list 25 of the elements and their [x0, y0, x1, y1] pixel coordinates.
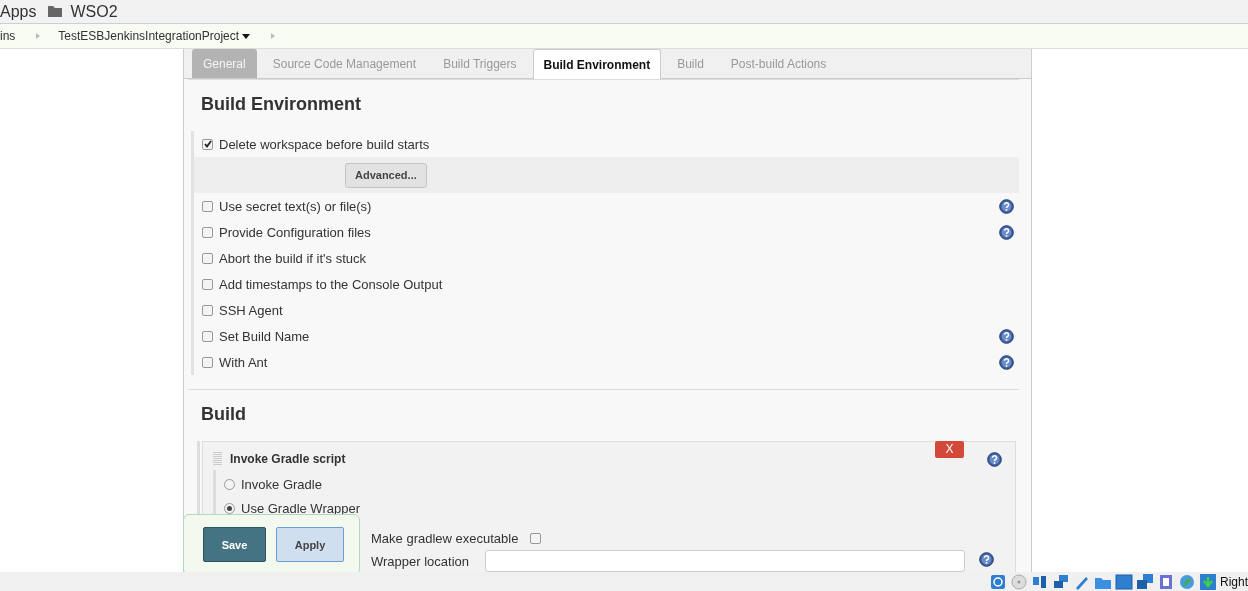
radio-label: Invoke Gradle: [241, 476, 322, 492]
option-label: Set Build Name: [219, 328, 311, 344]
section-title: Build Environment: [201, 94, 362, 115]
option-label: SSH Agent: [219, 302, 284, 318]
checkbox-label: Make gradlew executable: [371, 530, 519, 546]
option-label: Provide Configuration files: [219, 224, 372, 240]
bookmark-link[interactable]: WSO2: [70, 2, 118, 21]
tab[interactable]: Build Environment: [532, 49, 662, 79]
delete-button[interactable]: X: [935, 440, 964, 458]
option-label: With Ant: [219, 354, 269, 370]
save-button[interactable]: Save: [203, 527, 266, 562]
field-label: Wrapper location: [371, 553, 470, 569]
host-key-label: Right: [1220, 574, 1248, 589]
option-label: Use secret text(s) or file(s): [219, 198, 373, 214]
breadcrumb-link[interactable]: TestESBJenkinsIntegrationProject: [58, 29, 240, 43]
section-title: Build: [201, 404, 247, 425]
step-title: Invoke Gradle script: [230, 452, 347, 466]
radio-label: Use Gradle Wrapper: [241, 500, 360, 516]
option-label: Add timestamps to the Console Output: [219, 276, 444, 292]
apply-button[interactable]: Apply: [276, 527, 344, 562]
breadcrumb-link[interactable]: ins: [0, 29, 16, 43]
option-label: Delete workspace before build starts: [219, 136, 431, 152]
option-label: Abort the build if it's stuck: [219, 250, 367, 266]
advanced-button[interactable]: Advanced...: [345, 162, 427, 188]
bookmark-link[interactable]: Apps: [0, 2, 37, 21]
